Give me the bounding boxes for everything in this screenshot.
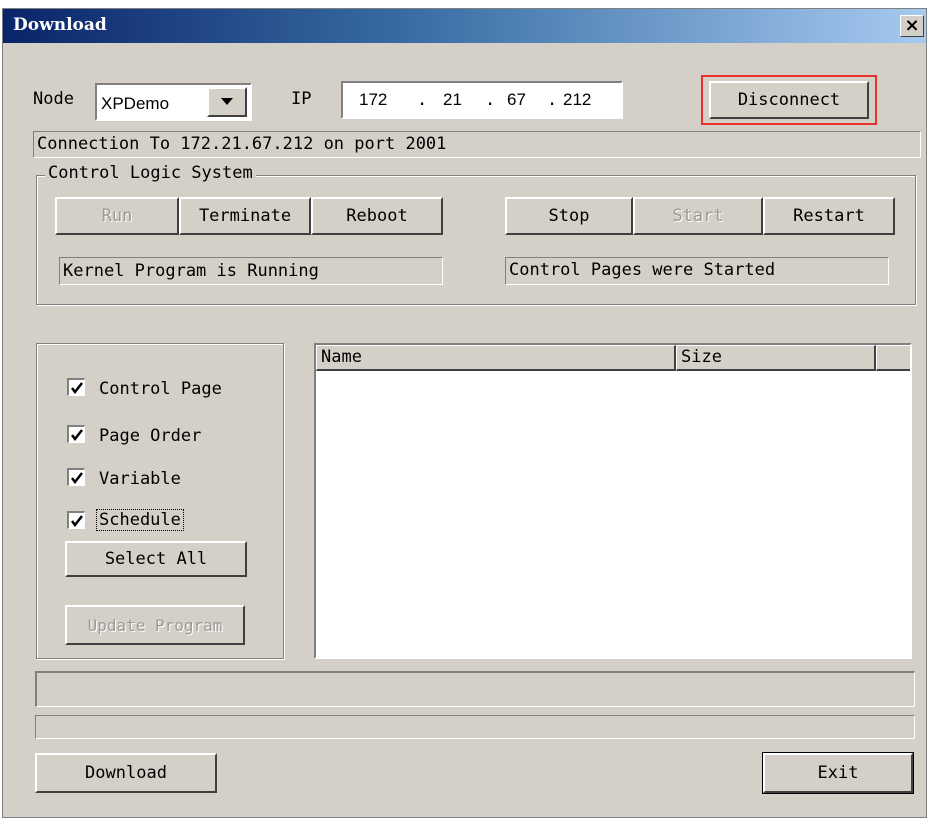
column-header-name[interactable]: Name <box>316 345 676 371</box>
terminate-button[interactable]: Terminate <box>179 197 311 235</box>
restart-button[interactable]: Restart <box>763 197 895 235</box>
reboot-label: Reboot <box>346 206 408 226</box>
close-button[interactable]: × <box>900 15 924 37</box>
variable-checkbox[interactable] <box>67 468 85 486</box>
progress-bar-2 <box>35 715 915 739</box>
reboot-button[interactable]: Reboot <box>311 197 443 235</box>
file-list[interactable]: Name Size <box>314 343 912 659</box>
column-header-empty <box>876 345 910 371</box>
control-logic-group <box>36 175 916 305</box>
schedule-checkbox[interactable] <box>67 511 85 529</box>
stop-button[interactable]: Stop <box>505 197 633 235</box>
ip-label: IP <box>291 89 312 109</box>
control-page-label[interactable]: Control Page <box>99 379 222 399</box>
ip-address-field[interactable]: 172 . 21 . 67 . 212 <box>341 81 623 119</box>
variable-label[interactable]: Variable <box>99 469 181 489</box>
kernel-status: Kernel Program is Running <box>59 257 443 285</box>
disconnect-label: Disconnect <box>737 90 841 110</box>
update-program-label: Update Program <box>87 615 223 635</box>
control-page-checkbox[interactable] <box>67 378 85 396</box>
update-program-button[interactable]: Update Program <box>65 605 245 645</box>
connection-status: Connection To 172.21.67.212 on port 2001 <box>33 131 921 158</box>
restart-label: Restart <box>793 206 865 226</box>
ip-octet-4[interactable]: 212 <box>563 90 591 110</box>
chevron-down-icon[interactable] <box>207 87 247 117</box>
progress-bar-1 <box>35 671 915 707</box>
node-combobox[interactable]: XPDemo <box>95 83 252 121</box>
node-label: Node <box>33 89 74 109</box>
control-logic-title: Control Logic System <box>45 163 256 183</box>
page-order-label[interactable]: Page Order <box>99 426 201 446</box>
exit-label: Exit <box>817 763 859 783</box>
node-value: XPDemo <box>101 94 170 113</box>
download-button[interactable]: Download <box>35 753 217 793</box>
start-button[interactable]: Start <box>633 197 763 235</box>
pages-status: Control Pages were Started <box>505 257 889 285</box>
schedule-label[interactable]: Schedule <box>96 509 184 531</box>
ip-octet-1[interactable]: 172 <box>359 90 387 110</box>
ip-octet-3[interactable]: 67 <box>507 90 526 110</box>
title-bar[interactable]: Download × <box>3 9 926 43</box>
run-button[interactable]: Run <box>55 197 179 235</box>
stop-label: Stop <box>548 206 590 226</box>
disconnect-button[interactable]: Disconnect <box>709 81 869 119</box>
download-label: Download <box>85 763 167 783</box>
dialog-title: Download <box>13 15 107 35</box>
column-header-size[interactable]: Size <box>676 345 876 371</box>
start-label: Start <box>672 206 724 226</box>
select-all-button[interactable]: Select All <box>65 541 247 577</box>
ip-dot: . <box>485 90 496 110</box>
terminate-label: Terminate <box>198 206 292 226</box>
ip-octet-2[interactable]: 21 <box>443 90 462 110</box>
download-dialog: Download × Node XPDemo IP 172 . 21 . 67 … <box>2 8 927 818</box>
run-label: Run <box>101 206 133 226</box>
exit-button[interactable]: Exit <box>762 752 914 794</box>
page-order-checkbox[interactable] <box>67 425 85 443</box>
ip-dot: . <box>417 90 428 110</box>
ip-dot: . <box>547 90 558 110</box>
select-all-label: Select All <box>104 549 208 569</box>
